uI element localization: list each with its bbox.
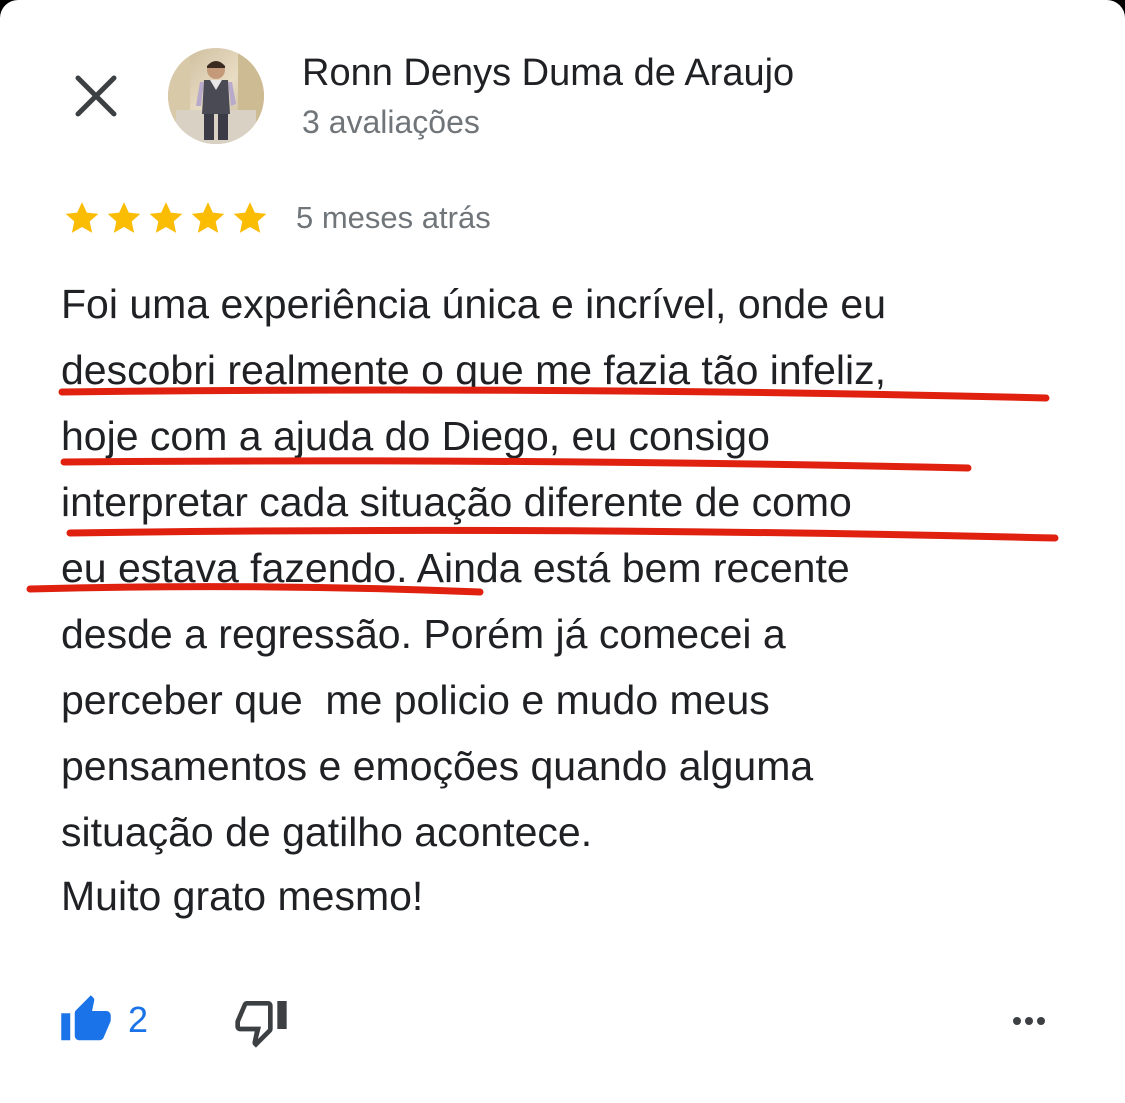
dislike-button[interactable] xyxy=(232,994,290,1050)
like-button[interactable]: 2 xyxy=(58,990,148,1050)
star-icon xyxy=(107,202,141,233)
review-text-line: desde a regressão. Porém já comecei a xyxy=(61,611,786,657)
review-count: 3 avaliações xyxy=(302,104,480,140)
review-text-line: pensamentos e emoções quando alguma xyxy=(61,743,814,789)
close-icon xyxy=(75,75,117,117)
star-icon xyxy=(65,202,99,233)
review-text-line: Muito grato mesmo! xyxy=(61,873,424,919)
profile-photo xyxy=(168,48,264,144)
star-rating xyxy=(62,196,270,240)
close-button[interactable] xyxy=(66,66,126,126)
review-text-line: hoje com a ajuda do Diego, eu consigo xyxy=(61,413,770,459)
star-icon xyxy=(233,202,267,233)
thumbs-down-icon xyxy=(235,1001,287,1048)
review-text-line: eu estava fazendo. Ainda está bem recent… xyxy=(61,545,850,591)
review-time: 5 meses atrás xyxy=(296,200,491,235)
avatar[interactable] xyxy=(168,48,264,144)
more-horizontal-icon xyxy=(1013,1017,1045,1025)
review-text-line: descobri realmente o que me fazia tão in… xyxy=(61,347,887,393)
author-name[interactable]: Ronn Denys Duma de Araujo xyxy=(302,52,794,95)
review-text-line: Foi uma experiência única e incrível, on… xyxy=(61,281,887,327)
red-underline xyxy=(66,526,1059,542)
more-options-button[interactable] xyxy=(1004,1004,1054,1038)
review-text-line: perceber que me policio e mudo meus xyxy=(61,677,770,723)
star-icon xyxy=(149,202,183,233)
like-count: 2 xyxy=(128,999,149,1040)
review-text-line: situação de gatilho acontece. xyxy=(61,809,593,855)
review-text-line: interpretar cada situação diferente de c… xyxy=(61,479,852,525)
thumbs-up-icon xyxy=(61,995,111,1041)
review-card: Ronn Denys Duma de Araujo 3 avaliações 5… xyxy=(0,0,1125,1103)
star-icon xyxy=(191,202,225,233)
red-underline xyxy=(60,457,972,472)
